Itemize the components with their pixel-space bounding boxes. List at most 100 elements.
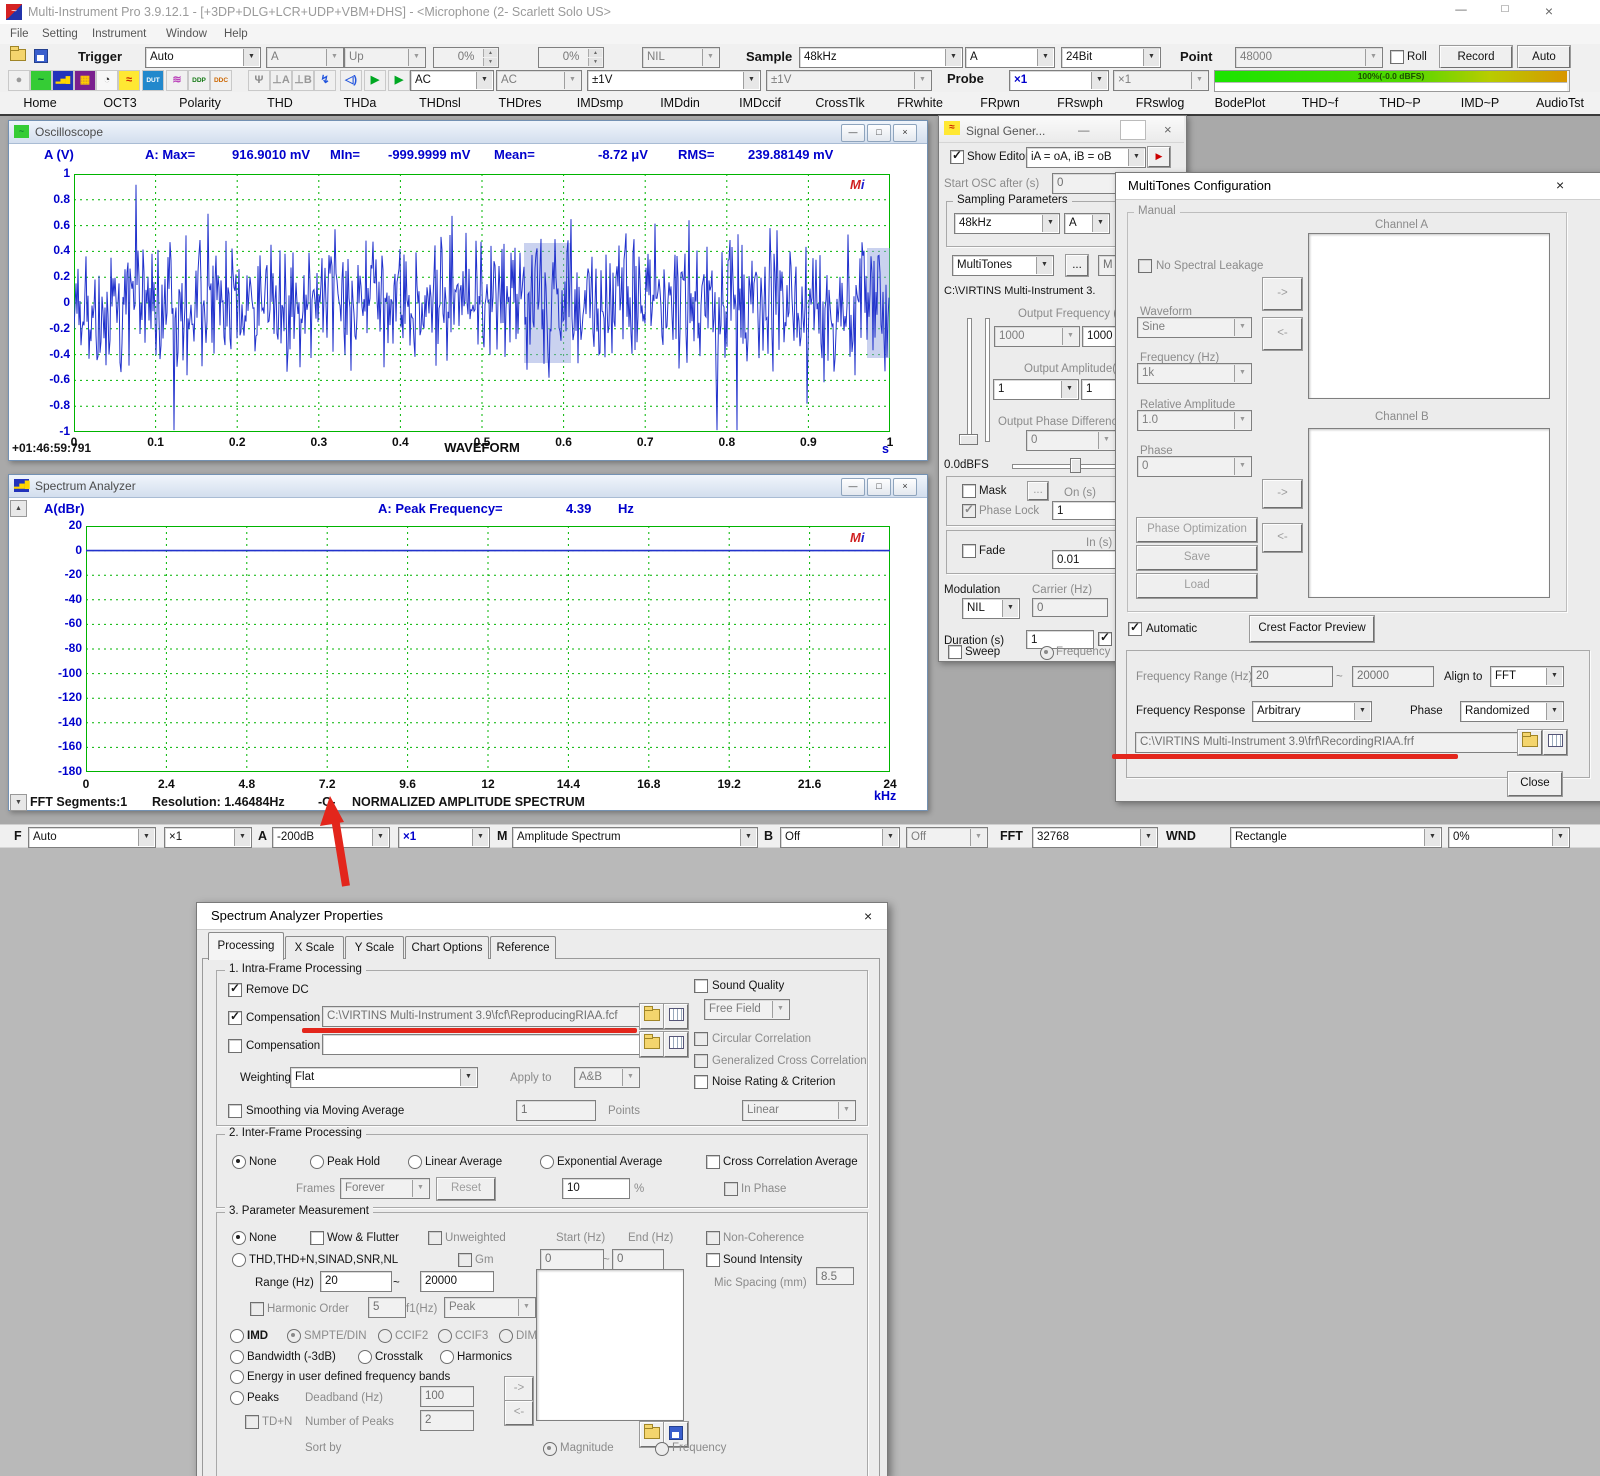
phase-diff-select[interactable]: 0	[1026, 430, 1116, 451]
run-stop-icon[interactable]: ●	[8, 70, 30, 91]
tab-polarity[interactable]: Polarity	[160, 92, 240, 114]
show-editor-checkbox[interactable]	[950, 150, 964, 164]
no-leakage-checkbox[interactable]	[1138, 259, 1152, 273]
phase-lock-checkbox[interactable]	[962, 504, 976, 518]
apply-to-select[interactable]: A&B	[574, 1067, 640, 1088]
fade-checkbox[interactable]	[962, 544, 976, 558]
level-slider-b[interactable]	[985, 318, 990, 442]
play-record-icon[interactable]: ▶	[388, 70, 410, 91]
sort-magnitude-radio[interactable]	[543, 1442, 557, 1456]
close-icon[interactable]: ×	[1164, 123, 1172, 137]
sound-quality-checkbox[interactable]	[694, 979, 708, 993]
mt-phase-select[interactable]: 0	[1137, 456, 1252, 477]
ground-b-icon[interactable]: ⊥B	[292, 70, 314, 91]
sweep-checkbox[interactable]	[948, 645, 962, 659]
overlap-select[interactable]: 0%	[1448, 827, 1570, 848]
smoothing-points-field[interactable]: 1	[516, 1100, 596, 1121]
save-icon[interactable]	[34, 49, 48, 63]
close-icon[interactable]: ×	[893, 124, 917, 142]
crosstalk-radio[interactable]	[358, 1350, 372, 1364]
generalized-cross-checkbox[interactable]	[694, 1054, 708, 1068]
unweighted-checkbox[interactable]	[428, 1231, 442, 1245]
record-button[interactable]: Record	[1440, 46, 1512, 68]
reset-button[interactable]: Reset	[437, 1178, 495, 1200]
tab-frswlog[interactable]: FRswlog	[1120, 92, 1200, 114]
aux-mode-select[interactable]: Off	[906, 827, 988, 848]
oscilloscope-icon[interactable]: ~	[30, 70, 52, 91]
f1-select[interactable]: Peak	[444, 1297, 536, 1318]
menu-window[interactable]: Window	[166, 27, 207, 41]
sound-intensity-checkbox[interactable]	[706, 1253, 720, 1267]
tab-imdsmp[interactable]: IMDsmp	[560, 92, 640, 114]
compensation2-path-field[interactable]	[322, 1034, 644, 1055]
siggen-rate-select[interactable]: 48kHz	[954, 213, 1060, 234]
dbfs-slider-handle[interactable]	[1070, 458, 1081, 473]
open-fcf2-button[interactable]	[640, 1032, 664, 1057]
display-mode-select[interactable]: Amplitude Spectrum	[512, 827, 758, 848]
tab-thd~p[interactable]: THD~P	[1360, 92, 1440, 114]
freq-range-high-field[interactable]: 20000	[1352, 666, 1434, 687]
range-low-field[interactable]: 20	[320, 1271, 392, 1292]
trigger-delay-spinner[interactable]: 0%	[538, 47, 604, 68]
spectrum-plot[interactable]	[86, 526, 890, 772]
ccif2-radio[interactable]	[378, 1329, 392, 1343]
frequency-response-select[interactable]: Arbitrary	[1252, 701, 1372, 722]
sort-frequency-radio[interactable]	[655, 1442, 669, 1456]
rel-amplitude-select[interactable]: 1.0	[1137, 410, 1252, 431]
harmonic-order-field[interactable]: 5	[368, 1297, 406, 1318]
exponential-average-radio[interactable]	[540, 1155, 554, 1169]
close-icon[interactable]: ×	[893, 478, 917, 496]
close-icon[interactable]: ×	[1534, 3, 1564, 19]
dut-icon[interactable]: DUT	[142, 70, 164, 91]
add-to-a-button[interactable]: ->	[1263, 278, 1302, 310]
close-icon[interactable]: ×	[1556, 178, 1564, 192]
spectrum-analyzer-icon[interactable]: ▂▅█	[52, 70, 74, 91]
close-button[interactable]: Close	[1508, 772, 1562, 796]
trigger-edge-select[interactable]: Up	[344, 47, 426, 68]
frames-select[interactable]: Forever	[340, 1178, 430, 1199]
restore-icon[interactable]: □	[867, 124, 891, 142]
thd-radio[interactable]	[232, 1253, 246, 1267]
minimize-icon[interactable]: —	[841, 124, 865, 142]
crest-factor-preview-button[interactable]: Crest Factor Preview	[1250, 616, 1374, 642]
signal-analyzer-icon[interactable]: ◔	[96, 70, 118, 91]
noise-rating-checkbox[interactable]	[694, 1075, 708, 1089]
in-phase-checkbox[interactable]	[724, 1182, 738, 1196]
fft-size-select[interactable]: 32768	[1032, 827, 1158, 848]
remove-from-b-button[interactable]: <-	[1263, 524, 1302, 552]
edit-frf-button[interactable]	[1543, 730, 1567, 755]
ground-a-icon[interactable]: ⊥A	[270, 70, 292, 91]
menu-instrument[interactable]: Instrument	[92, 27, 146, 41]
siggen-play-button[interactable]: ▶	[1148, 147, 1170, 167]
smoothing-checkbox[interactable]	[228, 1104, 242, 1118]
save-button[interactable]: Save	[1137, 546, 1257, 570]
tab-oct3[interactable]: OCT3	[80, 92, 160, 114]
tdn-checkbox[interactable]	[245, 1415, 259, 1429]
ddc-icon[interactable]: DDC	[210, 70, 232, 91]
open-fcf-button[interactable]	[640, 1004, 664, 1029]
wow-flutter-checkbox[interactable]	[310, 1231, 324, 1245]
mt-phase2-select[interactable]: Randomized	[1460, 701, 1564, 722]
tab-thd~f[interactable]: THD~f	[1280, 92, 1360, 114]
tab-thdnsl[interactable]: THDnsl	[400, 92, 480, 114]
open-icon[interactable]	[10, 49, 26, 61]
smoothing-type-select[interactable]: Linear	[742, 1100, 856, 1121]
trigger-reject-select[interactable]: NIL	[642, 47, 720, 68]
circular-correlation-checkbox[interactable]	[694, 1032, 708, 1046]
tab-thd[interactable]: THD	[240, 92, 320, 114]
maximize-icon[interactable]	[1120, 120, 1146, 140]
sweep-frequency-radio[interactable]	[1040, 646, 1054, 660]
phase-optimization-button[interactable]: Phase Optimization	[1137, 518, 1257, 542]
coupling-a-select[interactable]: AC	[410, 70, 494, 91]
menu-setting[interactable]: Setting	[42, 27, 78, 41]
compensation1-checkbox[interactable]	[228, 1011, 242, 1025]
ccif3-radio[interactable]	[438, 1329, 452, 1343]
energy-bands-radio[interactable]	[230, 1370, 244, 1384]
remove-dc-checkbox[interactable]	[228, 983, 242, 997]
harmonics-radio[interactable]	[440, 1350, 454, 1364]
channel-b-listbox[interactable]	[1308, 428, 1550, 598]
peaks-radio[interactable]	[230, 1391, 244, 1405]
tab-bodeplot[interactable]: BodePlot	[1200, 92, 1280, 114]
routing-select[interactable]: iA = oA, iB = oB	[1026, 147, 1146, 168]
trigger-level-spinner[interactable]: 0%	[433, 47, 499, 68]
